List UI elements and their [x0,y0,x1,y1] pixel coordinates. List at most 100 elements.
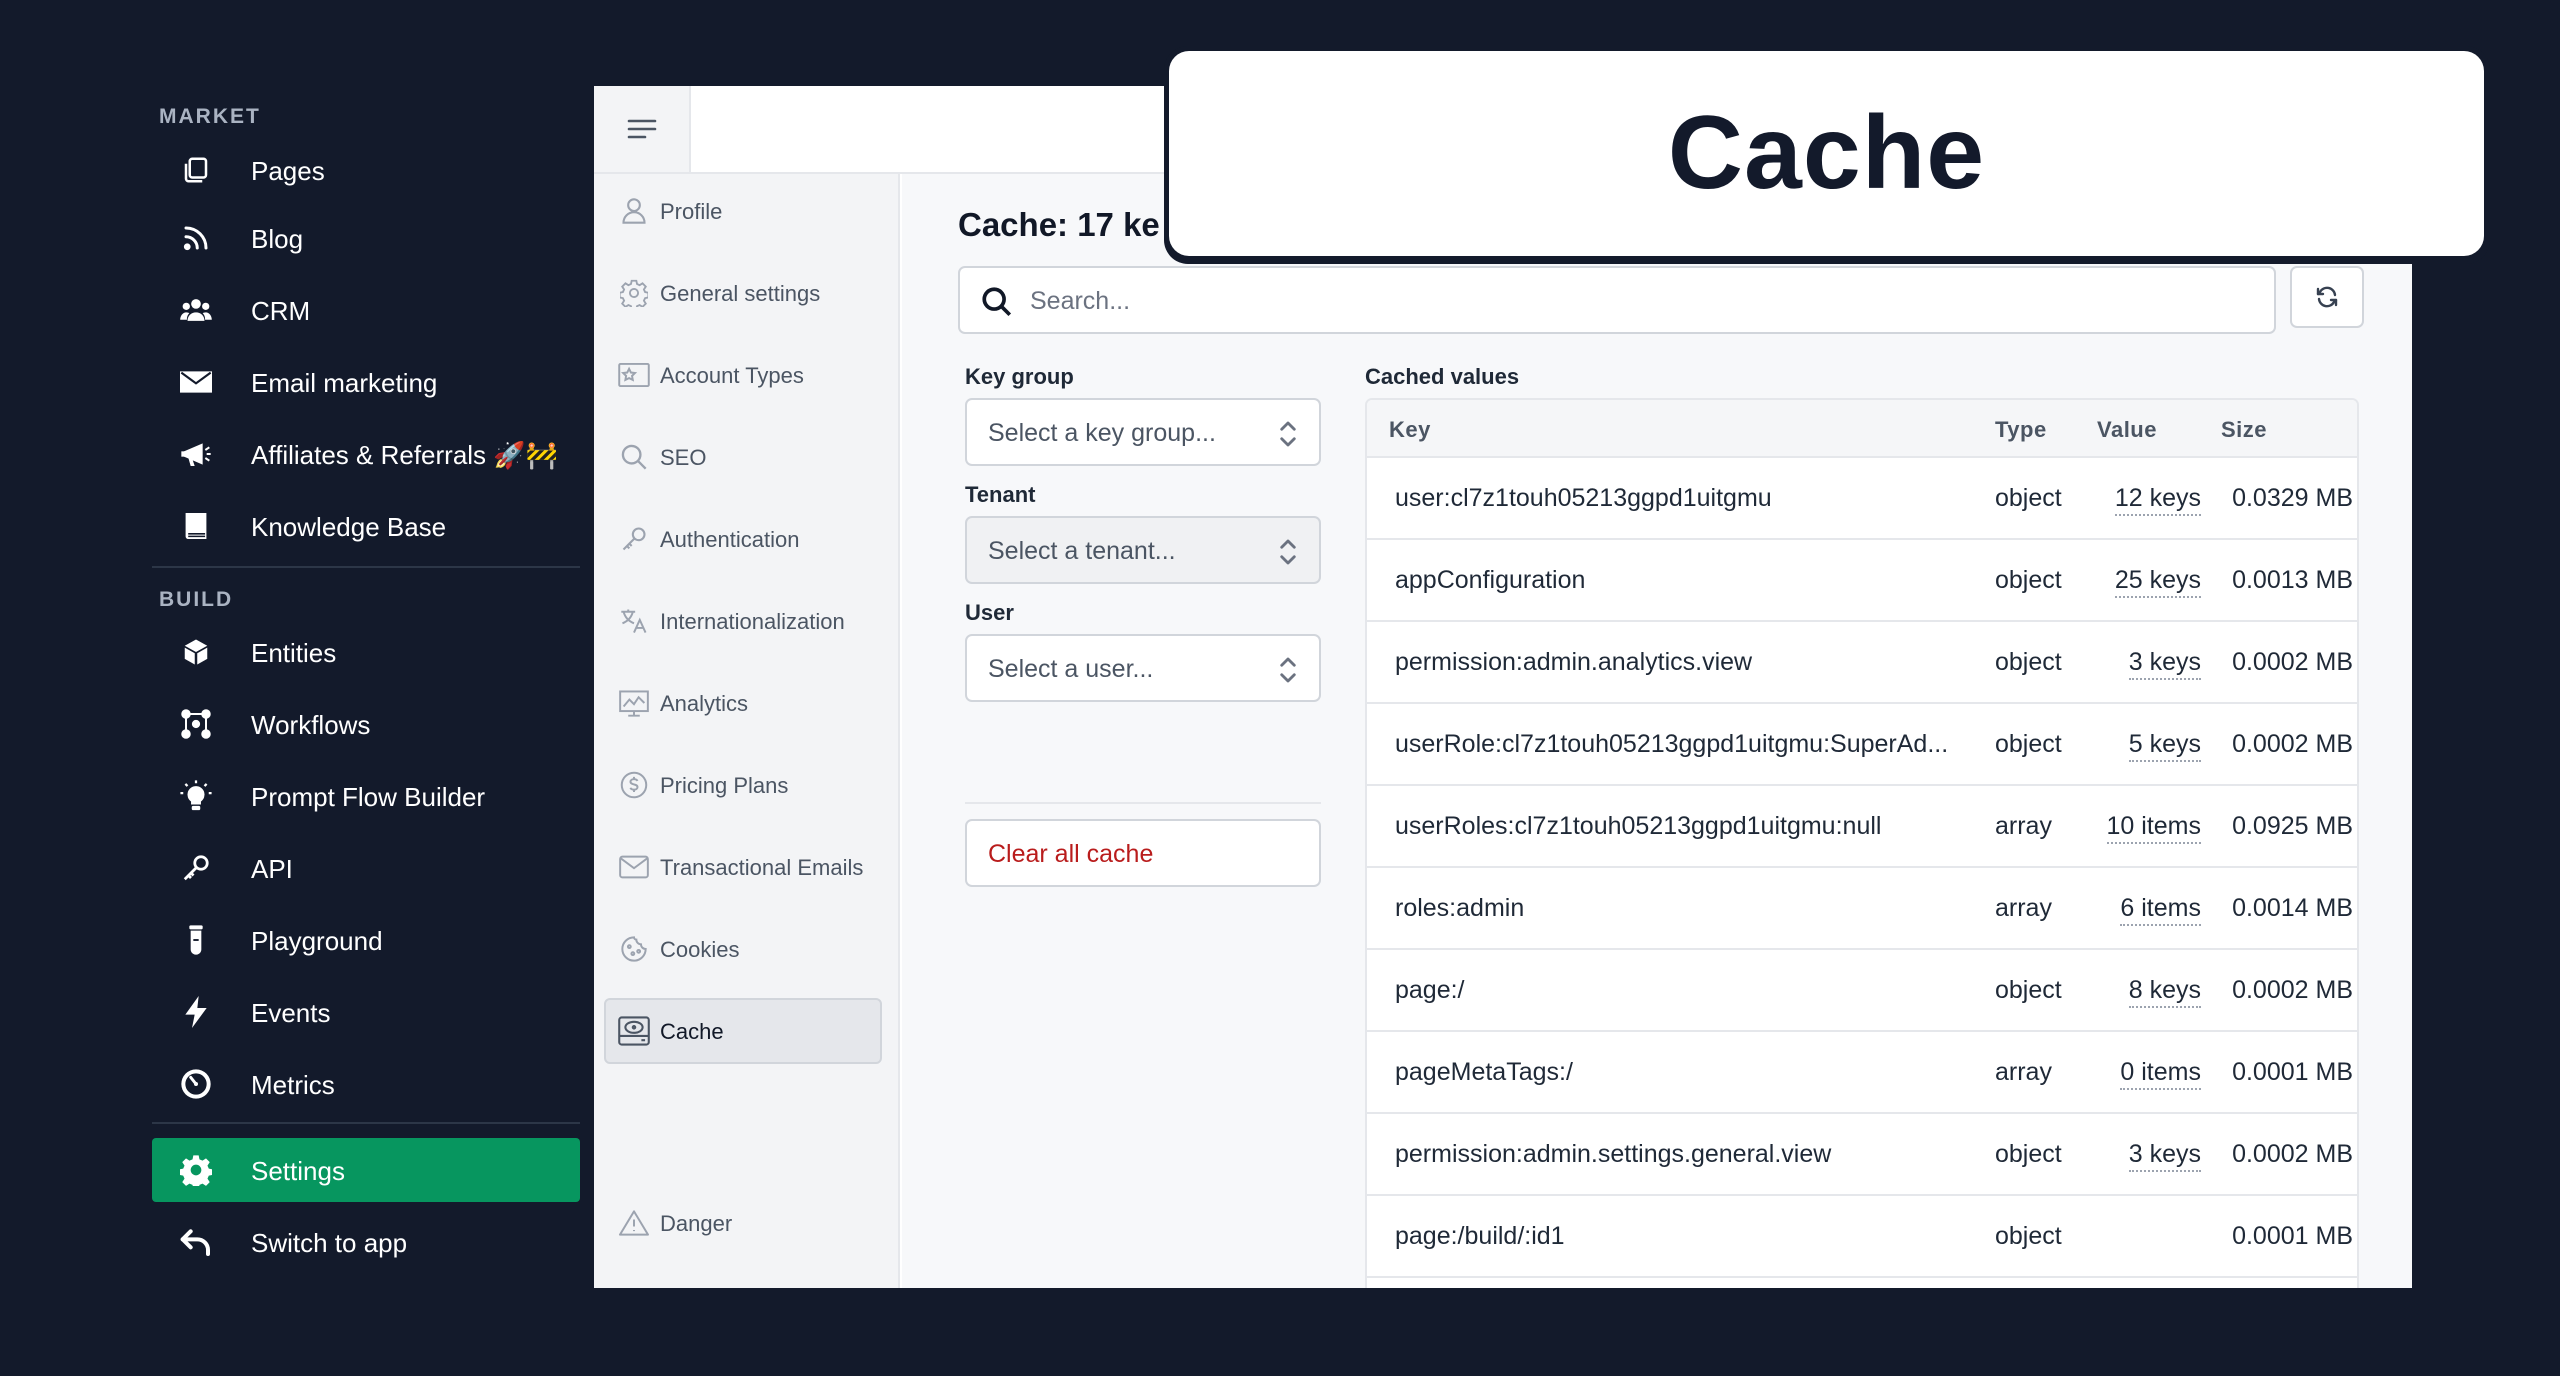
search-input[interactable] [1030,282,2230,320]
nav-item-label: Analytics [660,691,749,716]
dollar-icon [618,769,650,801]
sidebar-item-affiliates[interactable]: Affiliates & Referrals 🚀🚧 [152,422,580,486]
sidebar-item-api[interactable]: API [152,836,580,900]
key-icon [618,523,650,555]
sidebar-item-blog[interactable]: Blog [152,206,580,270]
clear-all-cache-button[interactable]: Clear all cache [965,819,1321,887]
cache-key: user:cl7z1touh05213ggpd1uitgmu [1395,484,1772,512]
undo-arrow-icon [178,1224,214,1260]
cache-value-link[interactable]: 6 items [2120,894,2201,926]
search-icon [980,285,1014,319]
sidebar-item-workflows[interactable]: Workflows [152,692,580,756]
table-row[interactable]: page:/build/:id1 object 0.0001 MB [1367,1196,2357,1278]
table-row[interactable]: appConfiguration object 25 keys 0.0013 M… [1367,540,2357,622]
tab-profile[interactable]: Profile [604,178,882,244]
sidebar-item-events[interactable]: Events [152,980,580,1044]
cache-size: 0.0002 MB [2232,730,2353,758]
sidebar-item-label: Workflows [251,710,371,740]
table-row[interactable]: user:cl7z1touh05213ggpd1uitgmu object 12… [1367,458,2357,540]
column-header-type[interactable]: Type [1995,417,2047,443]
tab-general-settings[interactable]: General settings [604,260,882,326]
sidebar-item-pages[interactable]: Pages [152,138,580,202]
filter-divider [965,802,1321,804]
table-row[interactable]: page:/ object 8 keys 0.0002 MB [1367,950,2357,1032]
cache-key: page:/ [1395,976,1465,1004]
cache-type: array [1995,1058,2052,1086]
stopwatch-icon [178,1066,214,1102]
sidebar-item-prompt-flow-builder[interactable]: Prompt Flow Builder [152,764,580,828]
users-icon [178,292,214,328]
envelope-icon [178,364,214,400]
sidebar-item-metrics[interactable]: Metrics [152,1052,580,1116]
tab-authentication[interactable]: Authentication [604,506,882,572]
table-row[interactable]: userRole:cl7z1touh05213ggpd1uitgmu:Super… [1367,704,2357,786]
table-row[interactable]: userRoles:cl7z1touh05213ggpd1uitgmu:null… [1367,786,2357,868]
search-field[interactable] [958,266,2276,334]
cache-size: 0.0014 MB [2232,894,2353,922]
cache-type: object [1995,976,2062,1004]
cache-type: array [1995,812,2052,840]
key-group-select[interactable]: Select a key group... [965,398,1321,466]
sidebar-item-label: Pages [251,156,325,186]
reload-button[interactable] [2290,266,2364,328]
tab-internationalization[interactable]: Internationalization [604,588,882,654]
translate-icon [618,605,650,637]
cache-value-link[interactable]: 10 items [2106,812,2201,844]
cache-type: object [1995,1222,2062,1250]
sidebar-item-entities[interactable]: Entities [152,620,580,684]
sidebar-item-knowledge-base[interactable]: Knowledge Base [152,494,580,558]
tab-transactional-emails[interactable]: Transactional Emails [604,834,882,900]
sidebar-item-label: Events [251,998,331,1028]
tab-analytics[interactable]: Analytics [604,670,882,736]
cache-value-link[interactable]: 3 keys [2128,648,2201,680]
cache-key: appConfiguration [1395,566,1586,594]
cache-value-link[interactable]: 3 keys [2128,1140,2201,1172]
sidebar-item-label: Switch to app [251,1228,408,1258]
tab-danger[interactable]: Danger [604,1190,882,1256]
sidebar-item-email-marketing[interactable]: Email marketing [152,350,580,414]
nav-item-label: Profile [660,199,723,224]
cache-size: 0.0002 MB [2232,1140,2353,1168]
cache-content: Cache: 17 ke Key group Select a key grou… [902,174,2412,1288]
sidebar-item-settings[interactable]: Settings [152,1138,580,1202]
cache-size: 0.0002 MB [2232,648,2353,676]
user-select[interactable]: Select a user... [965,634,1321,702]
table-row[interactable]: permission:admin.analytics.view object 3… [1367,622,2357,704]
table-row[interactable]: pageMetaTags:/ array 0 items 0.0001 MB [1367,1032,2357,1114]
cache-key: permission:admin.analytics.view [1395,648,1753,676]
tab-pricing-plans[interactable]: Pricing Plans [604,752,882,818]
cache-key: pageMetaTags:/ [1395,1058,1573,1086]
cache-key: page:/build/:id1 [1395,1222,1565,1250]
cache-value-link[interactable]: 25 keys [2114,566,2201,598]
sidebar-item-playground[interactable]: Playground [152,908,580,972]
column-header-value[interactable]: Value [2097,417,2157,443]
sidebar-item-crm[interactable]: CRM [152,278,580,342]
cache-value-link[interactable]: 5 keys [2128,730,2201,762]
table-row[interactable]: permission:admin.settings.general.view o… [1367,1114,2357,1196]
nav-item-label: Authentication [660,527,800,552]
cache-size: 0.0001 MB [2232,1058,2353,1086]
cache-type: object [1995,730,2062,758]
cache-value-link[interactable]: 8 keys [2128,976,2201,1008]
sidebar-item-label: Entities [251,638,337,668]
tab-seo[interactable]: SEO [604,424,882,490]
cache-value-link[interactable]: 0 items [2120,1058,2201,1090]
tab-cookies[interactable]: Cookies [604,916,882,982]
bolt-icon [178,994,214,1030]
tenant-select[interactable]: Select a tenant... [965,516,1321,584]
main-sidebar: MARKET Pages Blog CRM Email marketing Af… [152,88,580,1288]
chevron-up-down-icon [1277,418,1299,450]
tab-cache[interactable]: Cache [604,998,882,1064]
menu-toggle-button[interactable] [594,86,691,172]
nav-item-label: Cookies [660,937,740,962]
key-group-label: Key group [965,364,1074,389]
sidebar-item-switch-to-app[interactable]: Switch to app [152,1210,580,1274]
tab-account-types[interactable]: Account Types [604,342,882,408]
column-header-key[interactable]: Key [1389,417,1431,443]
column-header-size[interactable]: Size [2221,417,2267,443]
clear-all-cache-label: Clear all cache [988,840,1154,868]
table-row[interactable]: roles:admin array 6 items 0.0014 MB [1367,868,2357,950]
chevron-up-down-icon [1277,654,1299,686]
cache-value-link[interactable]: 12 keys [2114,484,2201,516]
sidebar-item-label: API [251,854,293,884]
